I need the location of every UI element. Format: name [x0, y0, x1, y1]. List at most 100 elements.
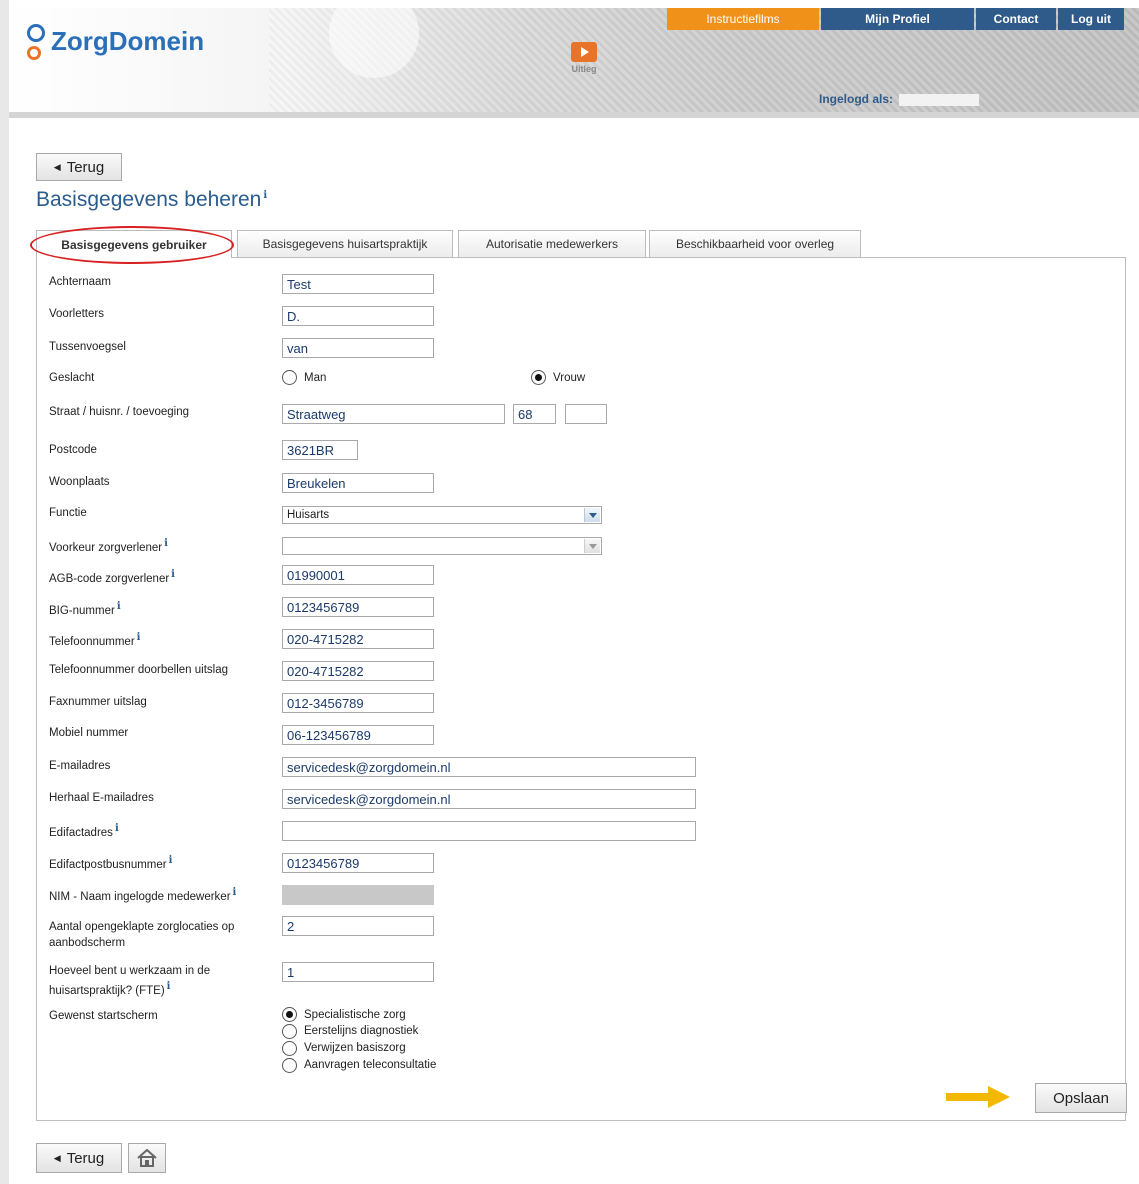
- label-adres: Straat / huisnr. / toevoeging: [49, 406, 190, 418]
- label-aantal-zorglocaties: Aantal opengeklapte zorglocaties op aanb…: [49, 919, 234, 951]
- label-woonplaats: Woonplaats: [49, 476, 110, 488]
- header-banner: ZorgDomein Uitleg Instructiefilms Mijn P…: [9, 8, 1139, 118]
- nav-contact[interactable]: Contact: [976, 8, 1056, 30]
- big-nummer-input[interactable]: 0123456789: [282, 597, 434, 617]
- label-postcode: Postcode: [49, 444, 97, 456]
- tab-basisgegevens-huisartspraktijk[interactable]: Basisgegevens huisartspraktijk: [237, 230, 453, 257]
- label-geslacht: Geslacht: [49, 372, 95, 384]
- label-telefoon-doorbellen: Telefoonnummer doorbellen uitslag: [49, 664, 228, 676]
- radio-aanvragen-teleconsultatie[interactable]: [282, 1058, 297, 1073]
- label-agb-code: AGB-code zorgverlener i: [49, 569, 175, 585]
- voorletters-input[interactable]: D.: [282, 306, 434, 326]
- back-label: Terug: [66, 158, 105, 176]
- label-email-herhaal: Herhaal E-mailadres: [49, 792, 154, 804]
- tab-basisgegevens-gebruiker[interactable]: Basisgegevens gebruiker: [36, 230, 232, 258]
- voorkeur-zorgverlener-select[interactable]: [282, 537, 602, 555]
- edifactadres-input[interactable]: [282, 821, 696, 841]
- tussenvoegsel-input[interactable]: van: [282, 338, 434, 358]
- back-button-top[interactable]: ◀ Terug: [36, 153, 122, 181]
- achternaam-input[interactable]: Test: [282, 274, 434, 294]
- info-icon[interactable]: i: [115, 823, 119, 834]
- label-voorletters: Voorletters: [49, 308, 104, 320]
- back-label: Terug: [66, 1149, 105, 1167]
- label-edifactpostbus: Edifactpostbusnummer i: [49, 855, 172, 871]
- logged-in-as: Ingelogd als:: [819, 92, 980, 106]
- straat-input[interactable]: Straatweg: [282, 404, 505, 424]
- label-gewenst-startscherm: Gewenst startscherm: [49, 1010, 158, 1022]
- info-icon[interactable]: i: [167, 981, 171, 992]
- chevron-down-icon: [584, 539, 600, 553]
- agb-code-input[interactable]: 01990001: [282, 565, 434, 585]
- label-email: E-mailadres: [49, 760, 111, 772]
- label-fte-line1: Hoeveel bent u werkzaam in de: [49, 965, 211, 977]
- radio-specialistische-zorg-label: Specialistische zorg: [304, 1009, 406, 1021]
- radio-man-label: Man: [304, 372, 327, 384]
- home-button[interactable]: [128, 1143, 166, 1173]
- functie-select[interactable]: Huisarts: [282, 506, 602, 524]
- huisnummer-input[interactable]: 68: [513, 404, 556, 424]
- label-voorkeur-text: Voorkeur zorgverlener: [49, 541, 163, 554]
- postcode-input[interactable]: 3621BR: [282, 440, 358, 460]
- logo-mark-icon: [25, 22, 49, 64]
- info-icon[interactable]: i: [233, 887, 237, 898]
- telefoonnummer-input[interactable]: 020-4715282: [282, 629, 434, 649]
- logged-in-user-redacted: [899, 93, 980, 106]
- uitleg-video-button[interactable]: Uitleg: [564, 42, 604, 84]
- radio-verwijzen-basiszorg-label: Verwijzen basiszorg: [304, 1042, 406, 1054]
- info-icon[interactable]: i: [137, 632, 141, 643]
- label-edifactpostbus-text: Edifactpostbusnummer: [49, 858, 167, 871]
- header-bottom-strip: [9, 112, 1139, 118]
- info-icon[interactable]: i: [169, 855, 173, 866]
- label-faxnummer: Faxnummer uitslag: [49, 696, 147, 708]
- label-agb-text: AGB-code zorgverlener: [49, 572, 170, 585]
- form-panel: Achternaam Test Voorletters D. Tussenvoe…: [36, 257, 1127, 1121]
- radio-eerstelijns-diagnostiek-label: Eerstelijns diagnostiek: [304, 1025, 419, 1037]
- woonplaats-input[interactable]: Breukelen: [282, 473, 434, 493]
- nav-instructiefilms[interactable]: Instructiefilms: [667, 8, 819, 30]
- left-edge-bar: [0, 0, 9, 1184]
- label-edifactadres: Edifactadres i: [49, 823, 119, 839]
- save-button[interactable]: Opslaan: [1035, 1083, 1127, 1113]
- label-aantal-line1: Aantal opengeklapte zorglocaties op: [49, 921, 235, 933]
- back-button-bottom[interactable]: ◀ Terug: [36, 1143, 122, 1173]
- label-big-nummer: BIG-nummer i: [49, 601, 121, 617]
- info-icon[interactable]: i: [164, 538, 168, 549]
- uitleg-label: Uitleg: [571, 64, 597, 74]
- page-title-text: Basisgegevens beheren: [36, 188, 262, 211]
- mobiel-input[interactable]: 06-123456789: [282, 725, 434, 745]
- caret-left-icon: ◀: [53, 1152, 61, 1163]
- fte-input[interactable]: 1: [282, 962, 434, 982]
- faxnummer-input[interactable]: 012-3456789: [282, 693, 434, 713]
- nav-log-uit[interactable]: Log uit: [1058, 8, 1124, 30]
- email-herhaal-input[interactable]: servicedesk@zorgdomein.nl: [282, 789, 696, 809]
- radio-eerstelijns-diagnostiek[interactable]: [282, 1024, 297, 1039]
- info-icon[interactable]: i: [263, 190, 267, 201]
- telefoon-doorbellen-input[interactable]: 020-4715282: [282, 661, 434, 681]
- zorgdomein-logo[interactable]: ZorgDomein: [25, 22, 204, 64]
- label-nim-text: NIM - Naam ingelogde medewerker: [49, 890, 231, 903]
- radio-specialistische-zorg[interactable]: [282, 1007, 297, 1022]
- edifactpostbus-input[interactable]: 0123456789: [282, 853, 434, 873]
- toevoeging-input[interactable]: [565, 404, 607, 424]
- radio-verwijzen-basiszorg[interactable]: [282, 1041, 297, 1056]
- tab-beschikbaarheid-voor-overleg[interactable]: Beschikbaarheid voor overleg: [649, 230, 861, 257]
- page-title: Basisgegevens beheren i: [36, 188, 267, 212]
- play-icon: [571, 42, 597, 62]
- tab-autorisatie-medewerkers[interactable]: Autorisatie medewerkers: [458, 230, 646, 257]
- radio-vrouw[interactable]: [531, 370, 546, 385]
- label-nim: NIM - Naam ingelogde medewerker i: [49, 887, 236, 903]
- yellow-arrow-icon: [946, 1086, 1010, 1108]
- aantal-zorglocaties-input[interactable]: 2: [282, 916, 434, 936]
- label-tussenvoegsel: Tussenvoegsel: [49, 341, 126, 353]
- label-edifact-text: Edifactadres: [49, 826, 113, 839]
- nav-mijn-profiel[interactable]: Mijn Profiel: [821, 8, 974, 30]
- radio-man[interactable]: [282, 370, 297, 385]
- chevron-down-icon: [584, 508, 600, 522]
- radio-aanvragen-teleconsultatie-label: Aanvragen teleconsultatie: [304, 1059, 437, 1071]
- info-icon[interactable]: i: [117, 601, 121, 612]
- label-aantal-line2: aanbodscherm: [49, 937, 126, 949]
- info-icon[interactable]: i: [171, 569, 175, 580]
- label-big-text: BIG-nummer: [49, 604, 115, 617]
- email-input[interactable]: servicedesk@zorgdomein.nl: [282, 757, 696, 777]
- logged-in-label: Ingelogd als:: [819, 92, 894, 106]
